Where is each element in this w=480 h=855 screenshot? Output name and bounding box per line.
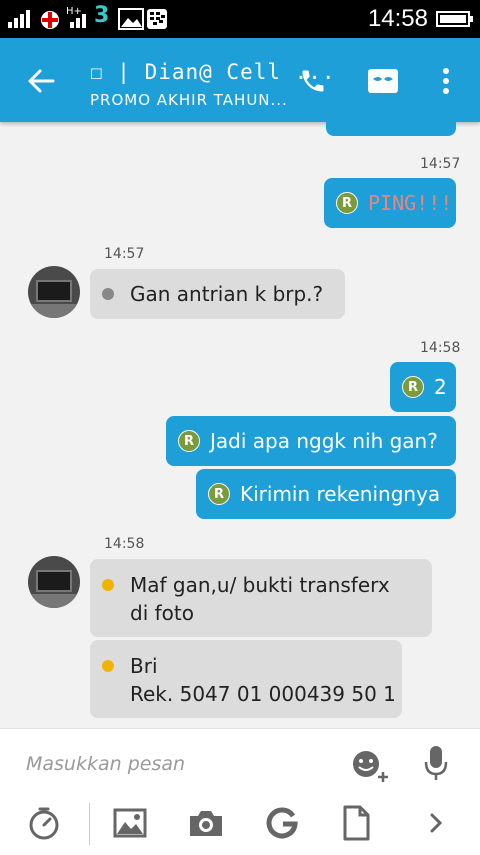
chat-subtitle[interactable]: PROMO AKHIR TAHUN... bbox=[90, 91, 288, 109]
mask-icon bbox=[368, 69, 398, 93]
message-text: PING!!! bbox=[368, 191, 453, 215]
read-badge: R bbox=[178, 430, 200, 452]
read-badge: R bbox=[336, 192, 358, 214]
message-bubble-outgoing[interactable]: R Jadi apa nggk nih gan? bbox=[166, 416, 456, 466]
message-text-line: Maf gan,u/ bukti transferx bbox=[130, 573, 390, 597]
toolbar-divider bbox=[89, 803, 90, 845]
image-button[interactable] bbox=[110, 803, 150, 843]
message-bubble-partial[interactable] bbox=[326, 122, 456, 136]
overflow-menu-icon bbox=[443, 68, 449, 94]
read-badge: R bbox=[402, 376, 424, 398]
contact-avatar[interactable] bbox=[28, 266, 80, 318]
signal-icon bbox=[70, 14, 86, 28]
emoji-add-icon bbox=[353, 751, 388, 782]
back-arrow-icon bbox=[28, 69, 55, 93]
refresh-g-icon bbox=[266, 807, 298, 839]
signal-icon bbox=[8, 10, 30, 28]
message-text: Jadi apa nggk nih gan? bbox=[210, 429, 438, 453]
composer: Masukkan pesan bbox=[0, 728, 480, 855]
carrier-badge: 3 bbox=[94, 3, 110, 28]
call-button[interactable] bbox=[290, 58, 336, 104]
back-button[interactable] bbox=[18, 58, 64, 104]
message-time: 14:57 bbox=[104, 246, 145, 262]
message-text: Gan antrian k brp.? bbox=[130, 282, 324, 306]
read-badge: R bbox=[208, 483, 230, 505]
status-time: 14:58 bbox=[367, 5, 428, 32]
message-text-line: Rek. 5047 01 000439 50 1 bbox=[130, 682, 396, 706]
image-icon bbox=[113, 808, 147, 838]
phone-icon bbox=[302, 70, 324, 92]
message-bubble-incoming[interactable]: Bri Rek. 5047 01 000439 50 1 bbox=[90, 640, 402, 718]
message-bubble-outgoing[interactable]: R 2 bbox=[390, 362, 456, 412]
message-text: Kirimin rekeningnya bbox=[240, 482, 441, 506]
microphone-icon bbox=[424, 746, 448, 780]
file-button[interactable] bbox=[336, 803, 376, 843]
camera-icon bbox=[190, 811, 222, 836]
message-text-line: Bri bbox=[130, 654, 158, 678]
app-bar: ☐ | Dian@ Cell ... PROMO AKHIR TAHUN... bbox=[0, 38, 480, 122]
message-time: 14:58 bbox=[420, 340, 461, 356]
message-time: 14:57 bbox=[420, 156, 461, 172]
chevron-right-icon bbox=[430, 813, 443, 833]
message-time: 14:58 bbox=[104, 536, 145, 552]
app-notification-icon bbox=[41, 11, 59, 29]
timer-icon bbox=[29, 807, 59, 840]
message-bubble-incoming[interactable]: Maf gan,u/ bukti transferx di foto bbox=[90, 559, 432, 637]
chat-area[interactable]: 14:57 R PING!!! 14:57 Gan antrian k brp.… bbox=[0, 122, 480, 728]
microphone-button[interactable] bbox=[414, 741, 458, 785]
message-bubble-outgoing[interactable]: R Kirimin rekeningnya bbox=[196, 469, 456, 519]
gallery-notification-icon bbox=[118, 8, 144, 30]
message-bubble-incoming[interactable]: Gan antrian k brp.? bbox=[90, 269, 345, 319]
status-dot bbox=[102, 579, 114, 591]
file-icon bbox=[343, 805, 370, 841]
contact-avatar[interactable] bbox=[28, 556, 80, 608]
emoji-button[interactable] bbox=[348, 743, 392, 787]
message-text: 2 bbox=[434, 375, 447, 399]
glympse-button[interactable] bbox=[262, 803, 302, 843]
timer-button[interactable] bbox=[24, 803, 64, 843]
camera-button[interactable] bbox=[186, 803, 226, 843]
message-input[interactable]: Masukkan pesan bbox=[26, 753, 185, 775]
overflow-menu-button[interactable] bbox=[426, 58, 466, 104]
more-tools-button[interactable] bbox=[416, 803, 456, 843]
status-bar: H+ 3 14:58 bbox=[0, 0, 480, 38]
bbm-notification-icon bbox=[147, 9, 167, 29]
mask-button[interactable] bbox=[360, 58, 406, 104]
attachment-toolbar bbox=[0, 795, 480, 853]
status-dot bbox=[102, 288, 114, 300]
status-dot bbox=[102, 660, 114, 672]
message-bubble-outgoing[interactable]: R PING!!! bbox=[324, 178, 456, 228]
battery-icon bbox=[436, 11, 473, 27]
message-text-line: di foto bbox=[130, 601, 194, 625]
